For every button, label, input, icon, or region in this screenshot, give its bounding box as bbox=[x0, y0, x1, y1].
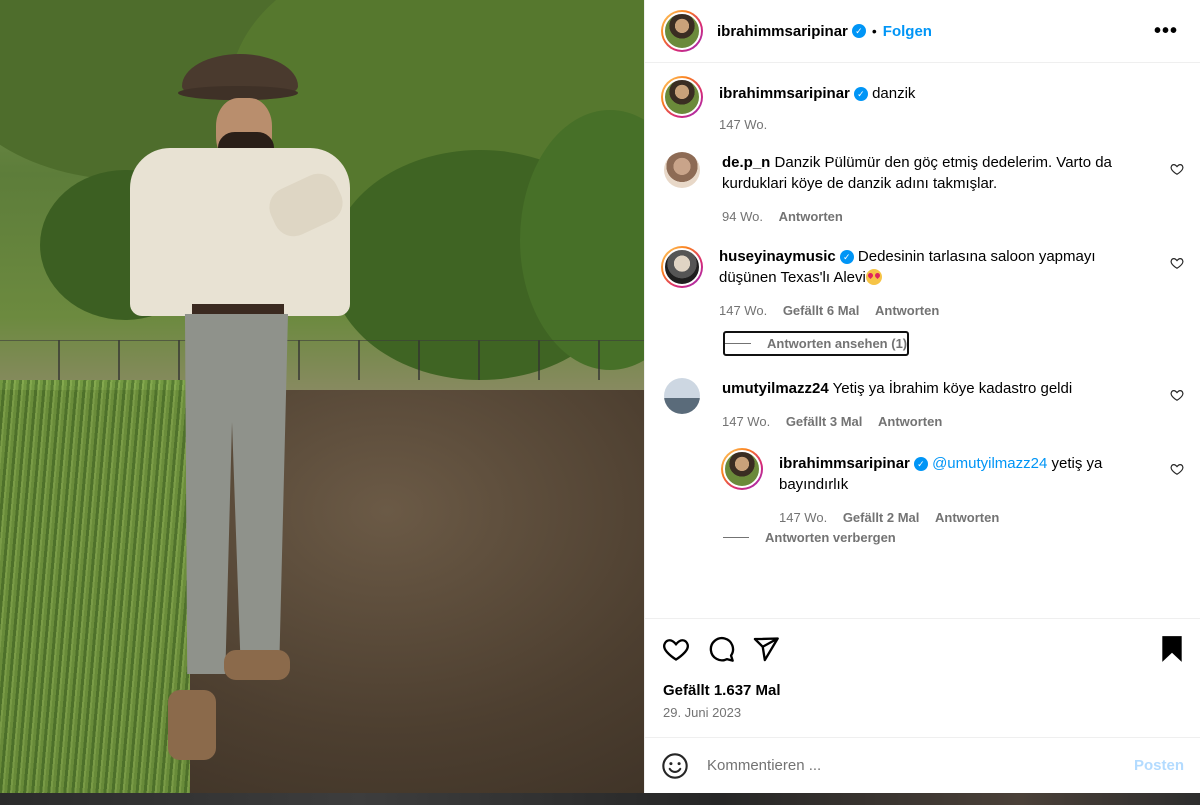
comment-item: huseyinaymusic ✓ Dedesinin tarlasına salo… bbox=[661, 246, 1184, 321]
heart-icon[interactable] bbox=[1170, 462, 1184, 476]
post-date[interactable]: 29. Juni 2023 bbox=[663, 705, 741, 720]
comment-icon[interactable] bbox=[707, 635, 735, 663]
comment-likes[interactable]: Gefällt 3 Mal bbox=[786, 414, 863, 429]
background-strip bbox=[0, 793, 1200, 805]
comment-item: umutyilmazz24 Yetiş ya İbrahim köye kada… bbox=[661, 378, 1184, 432]
post-detail-panel: ibrahimmsaripinar ✓ • Folgen ••• ibrahim… bbox=[644, 0, 1200, 793]
commenter-avatar[interactable] bbox=[661, 246, 703, 288]
comment-item: de.p_n Danzik Pülümür den göç etmiş dede… bbox=[661, 152, 1184, 227]
view-replies-label: Antworten ansehen (1) bbox=[767, 336, 908, 351]
verified-badge-icon: ✓ bbox=[851, 24, 866, 38]
reply-item: ibrahimmsaripinar ✓ @umutyilmazz24 yetiş … bbox=[721, 448, 1184, 528]
comment-username[interactable]: de.p_n bbox=[722, 154, 770, 171]
commenter-avatar[interactable] bbox=[664, 378, 700, 414]
comment-username[interactable]: umutyilmazz24 bbox=[722, 380, 829, 397]
hide-replies-label: Antworten verbergen bbox=[765, 530, 896, 545]
post-header: ibrahimmsaripinar ✓ • Folgen ••• bbox=[645, 0, 1200, 63]
separator-dot: • bbox=[871, 23, 877, 39]
reply-username[interactable]: ibrahimmsaripinar bbox=[779, 455, 910, 472]
reply-button[interactable]: Antworten bbox=[935, 510, 999, 525]
reply-button[interactable]: Antworten bbox=[878, 414, 942, 429]
caption-avatar[interactable] bbox=[661, 76, 703, 118]
hide-replies-button[interactable]: Antworten verbergen bbox=[723, 530, 896, 545]
comment-username[interactable]: huseyinaymusic bbox=[719, 248, 836, 265]
caption-username[interactable]: ibrahimmsaripinar bbox=[719, 85, 850, 102]
comment-text: Yetiş ya İbrahim köye kadastro geldi bbox=[832, 380, 1073, 397]
caption-text: danzik bbox=[872, 85, 916, 102]
person-figure bbox=[120, 50, 350, 770]
comment-age[interactable]: 94 Wo. bbox=[722, 209, 763, 224]
comment-likes[interactable]: Gefällt 6 Mal bbox=[783, 303, 860, 318]
heart-eyes-emoji-icon bbox=[865, 269, 882, 285]
follow-button[interactable]: Folgen bbox=[883, 23, 932, 40]
verified-badge-icon: ✓ bbox=[913, 457, 928, 471]
reply-avatar[interactable] bbox=[721, 448, 763, 490]
comment-text: Danzik Pülümür den göç etmiş dedelerim. … bbox=[722, 154, 1112, 192]
author-username[interactable]: ibrahimmsaripinar bbox=[717, 23, 848, 40]
post-button[interactable]: Posten bbox=[1134, 757, 1184, 774]
reply-button[interactable]: Antworten bbox=[779, 209, 843, 224]
comments-list[interactable]: ibrahimmsaripinar ✓ danzik 147 Wo. de.p_n… bbox=[645, 64, 1200, 619]
heart-icon[interactable] bbox=[1170, 388, 1184, 402]
bookmark-icon[interactable] bbox=[1159, 635, 1185, 663]
reply-likes[interactable]: Gefällt 2 Mal bbox=[843, 510, 920, 525]
more-options-icon[interactable]: ••• bbox=[1154, 20, 1178, 43]
commenter-avatar[interactable] bbox=[664, 152, 700, 188]
comment-input[interactable] bbox=[707, 757, 1134, 774]
post-photo[interactable] bbox=[0, 0, 644, 793]
comment-composer: Posten bbox=[645, 737, 1200, 793]
heart-icon[interactable] bbox=[1170, 256, 1184, 270]
heart-icon[interactable] bbox=[662, 635, 690, 663]
post-actions: Gefällt 1.637 Mal 29. Juni 2023 bbox=[645, 618, 1200, 737]
caption: ibrahimmsaripinar ✓ danzik 147 Wo. bbox=[661, 76, 1184, 135]
author-avatar[interactable] bbox=[661, 10, 703, 52]
verified-badge-icon: ✓ bbox=[853, 87, 868, 101]
view-replies-button[interactable]: Antworten ansehen (1) bbox=[723, 331, 910, 356]
reply-age[interactable]: 147 Wo. bbox=[779, 510, 827, 525]
like-count[interactable]: Gefällt 1.637 Mal bbox=[663, 682, 781, 699]
reply-mention[interactable]: @umutyilmazz24 bbox=[932, 455, 1047, 472]
emoji-icon[interactable] bbox=[661, 752, 689, 780]
comment-age[interactable]: 147 Wo. bbox=[719, 303, 767, 318]
heart-icon[interactable] bbox=[1170, 162, 1184, 176]
comment-age[interactable]: 147 Wo. bbox=[722, 414, 770, 429]
verified-badge-icon: ✓ bbox=[839, 250, 854, 264]
reply-button[interactable]: Antworten bbox=[875, 303, 939, 318]
share-icon[interactable] bbox=[752, 635, 780, 663]
caption-age[interactable]: 147 Wo. bbox=[719, 117, 767, 132]
